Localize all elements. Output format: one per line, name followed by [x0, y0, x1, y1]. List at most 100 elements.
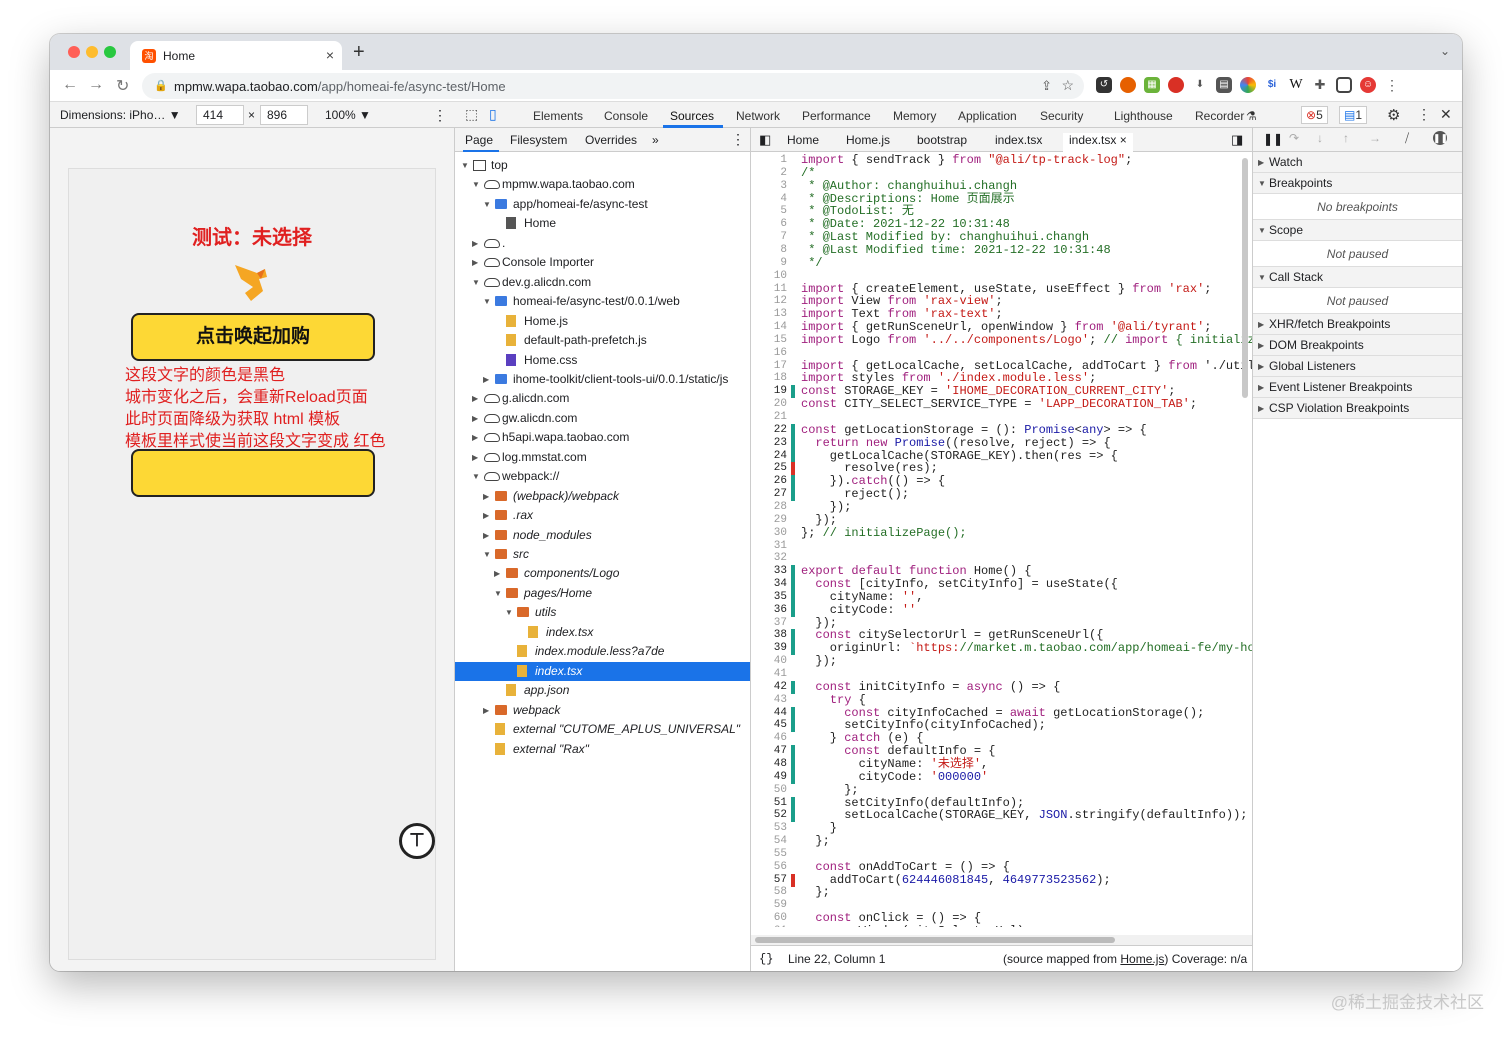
line-number[interactable]: 22 — [751, 424, 787, 437]
line-number[interactable]: 42 — [751, 681, 787, 694]
line-number[interactable]: 36 — [751, 604, 787, 617]
line-number[interactable]: 41 — [751, 668, 787, 681]
expand-arrow-icon[interactable]: ▶ — [494, 564, 500, 583]
tree-item[interactable]: index.tsx — [455, 661, 750, 681]
line-number[interactable]: 44 — [751, 707, 787, 720]
code-line[interactable]: 3 * @Author: changhuihui.changh — [751, 179, 1252, 193]
section-breakpoints[interactable]: ▼ Breakpoints — [1253, 173, 1462, 194]
code-line[interactable]: 1 import { sendTrack } from "@ali/tp-trac… — [751, 154, 1252, 167]
forward-icon[interactable]: → — [88, 76, 104, 94]
code-line[interactable]: 61 openWindow(citySelectorUrl); — [751, 925, 1252, 928]
line-number[interactable]: 9 — [751, 257, 787, 270]
lastpass-icon[interactable]: ↺ — [1096, 77, 1112, 93]
device-toggle-icon[interactable]: ▯ — [489, 106, 497, 123]
tree-item[interactable]: ▶ ihome-toolkit/client-tools-ui/0.0.1/sta… — [455, 370, 750, 389]
sidebar-icon[interactable] — [1336, 77, 1352, 93]
profile-icon[interactable]: ☺ — [1360, 77, 1376, 93]
line-number[interactable]: 10 — [751, 270, 787, 283]
tree-item[interactable]: ▶ components/Logo — [455, 564, 750, 583]
tree-item[interactable]: ▼ utils — [455, 603, 750, 622]
code-line[interactable]: 8 * @Last Modified time: 2021-12-22 10:3… — [751, 243, 1252, 257]
editor-tab[interactable]: bootstrap — [917, 133, 967, 147]
tree-item[interactable]: ▼ homeai-fe/async-test/0.0.1/web — [455, 292, 750, 311]
step-over-icon[interactable]: ↷ — [1289, 131, 1299, 145]
code-line[interactable]: 31 — [751, 540, 1252, 553]
line-number[interactable]: 38 — [751, 629, 787, 642]
code-line[interactable]: 40 }); — [751, 655, 1252, 668]
calc-icon[interactable]: ▤ — [1216, 77, 1232, 93]
code-line[interactable]: 20 const CITY_SELECT_SERVICE_TYPE = 'LAPP… — [751, 398, 1252, 411]
tree-item[interactable]: ▼ dev.g.alicdn.com — [455, 273, 750, 292]
tab-sources[interactable]: Sources — [670, 109, 714, 123]
code-line[interactable]: 43 try { — [751, 693, 1252, 707]
tree-item[interactable]: app.json — [455, 681, 750, 700]
step-out-icon[interactable]: ↑ — [1343, 131, 1349, 145]
code-line[interactable]: 54 }; — [751, 835, 1252, 848]
line-number[interactable]: 17 — [751, 360, 787, 373]
tab-search-chevron-icon[interactable]: ⌄ — [1440, 44, 1450, 58]
pause-on-exceptions-icon[interactable]: ❚❚ — [1433, 131, 1448, 145]
line-number[interactable]: 20 — [751, 398, 787, 411]
tree-item[interactable]: ▼ src — [455, 545, 750, 564]
collapse-arrow-icon[interactable]: ▼ — [472, 175, 480, 194]
vertical-scrollbar[interactable] — [1242, 158, 1248, 398]
tab-performance[interactable]: Performance — [802, 109, 871, 123]
code-line[interactable]: 56 const onAddToCart = () => { — [751, 860, 1252, 874]
line-number[interactable]: 45 — [751, 719, 787, 732]
editor-tab[interactable]: Home — [787, 133, 819, 147]
code-line[interactable]: 35 cityName: '', — [751, 590, 1252, 604]
tab-network[interactable]: Network — [736, 109, 780, 123]
download-icon[interactable]: ⬇ — [1192, 77, 1208, 93]
pretty-print-icon[interactable]: {} — [759, 952, 773, 966]
add-to-cart-button[interactable]: 点击唤起加购 — [131, 313, 375, 361]
line-number[interactable]: 34 — [751, 578, 787, 591]
line-number[interactable]: 6 — [751, 218, 787, 231]
line-number[interactable]: 40 — [751, 655, 787, 668]
menu-icon[interactable]: ⋮ — [1384, 77, 1400, 93]
record-icon[interactable] — [1168, 77, 1184, 93]
dimensions-select[interactable]: Dimensions: iPho… ▼ — [60, 108, 181, 122]
close-devtools-icon[interactable]: ✕ — [1440, 106, 1452, 123]
tree-item[interactable]: ▼ top — [455, 156, 750, 175]
more-tabs-icon[interactable]: » — [652, 133, 659, 147]
tree-item[interactable]: ▼ pages/Home — [455, 584, 750, 603]
chrome-icon[interactable] — [1240, 77, 1256, 93]
editor-tab-active[interactable]: index.tsx × — [1063, 133, 1133, 152]
tree-item[interactable]: ▶ log.mmstat.com — [455, 448, 750, 467]
line-number[interactable]: 24 — [751, 450, 787, 463]
line-number[interactable]: 21 — [751, 411, 787, 424]
line-number[interactable]: 15 — [751, 334, 787, 347]
line-number[interactable]: 59 — [751, 899, 787, 912]
line-number[interactable]: 7 — [751, 231, 787, 244]
section-call-stack[interactable]: ▼ Call Stack — [1253, 267, 1462, 288]
step-into-icon[interactable]: ↓ — [1317, 131, 1323, 145]
line-number[interactable]: 11 — [751, 283, 787, 296]
w-icon[interactable]: W — [1288, 77, 1304, 93]
line-number[interactable]: 32 — [751, 552, 787, 565]
line-number[interactable]: 48 — [751, 758, 787, 771]
tab-page[interactable]: Page — [465, 133, 493, 147]
line-number[interactable]: 19 — [751, 385, 787, 398]
code-line[interactable]: 23 return new Promise((resolve, reject) … — [751, 436, 1252, 450]
height-input[interactable]: 896 — [260, 105, 308, 125]
line-number[interactable]: 33 — [751, 565, 787, 578]
code-line[interactable]: 48 cityName: '未选择', — [751, 757, 1252, 771]
section-scope[interactable]: ▼ Scope — [1253, 220, 1462, 241]
horizontal-scrollbar[interactable] — [751, 935, 1252, 945]
line-number[interactable]: 5 — [751, 205, 787, 218]
inspect-icon[interactable]: ⬚ — [465, 106, 478, 123]
line-number[interactable]: 53 — [751, 822, 787, 835]
tree-item[interactable]: external "Rax" — [455, 740, 750, 759]
message-badge[interactable]: ▤1 — [1339, 106, 1368, 124]
puzzle-icon[interactable]: ✚ — [1312, 77, 1328, 93]
tree-item[interactable]: Home.css — [455, 351, 750, 370]
line-number[interactable]: 8 — [751, 244, 787, 257]
line-number[interactable]: 31 — [751, 540, 787, 553]
tree-item[interactable]: ▼ mpmw.wapa.taobao.com — [455, 175, 750, 194]
code-line[interactable]: 50 }; — [751, 783, 1252, 797]
tree-item[interactable]: ▶. — [455, 234, 750, 253]
line-number[interactable]: 35 — [751, 591, 787, 604]
line-number[interactable]: 56 — [751, 861, 787, 874]
tab-console[interactable]: Console — [604, 109, 648, 123]
devtools-menu-icon[interactable]: ⋮ — [1417, 106, 1431, 123]
